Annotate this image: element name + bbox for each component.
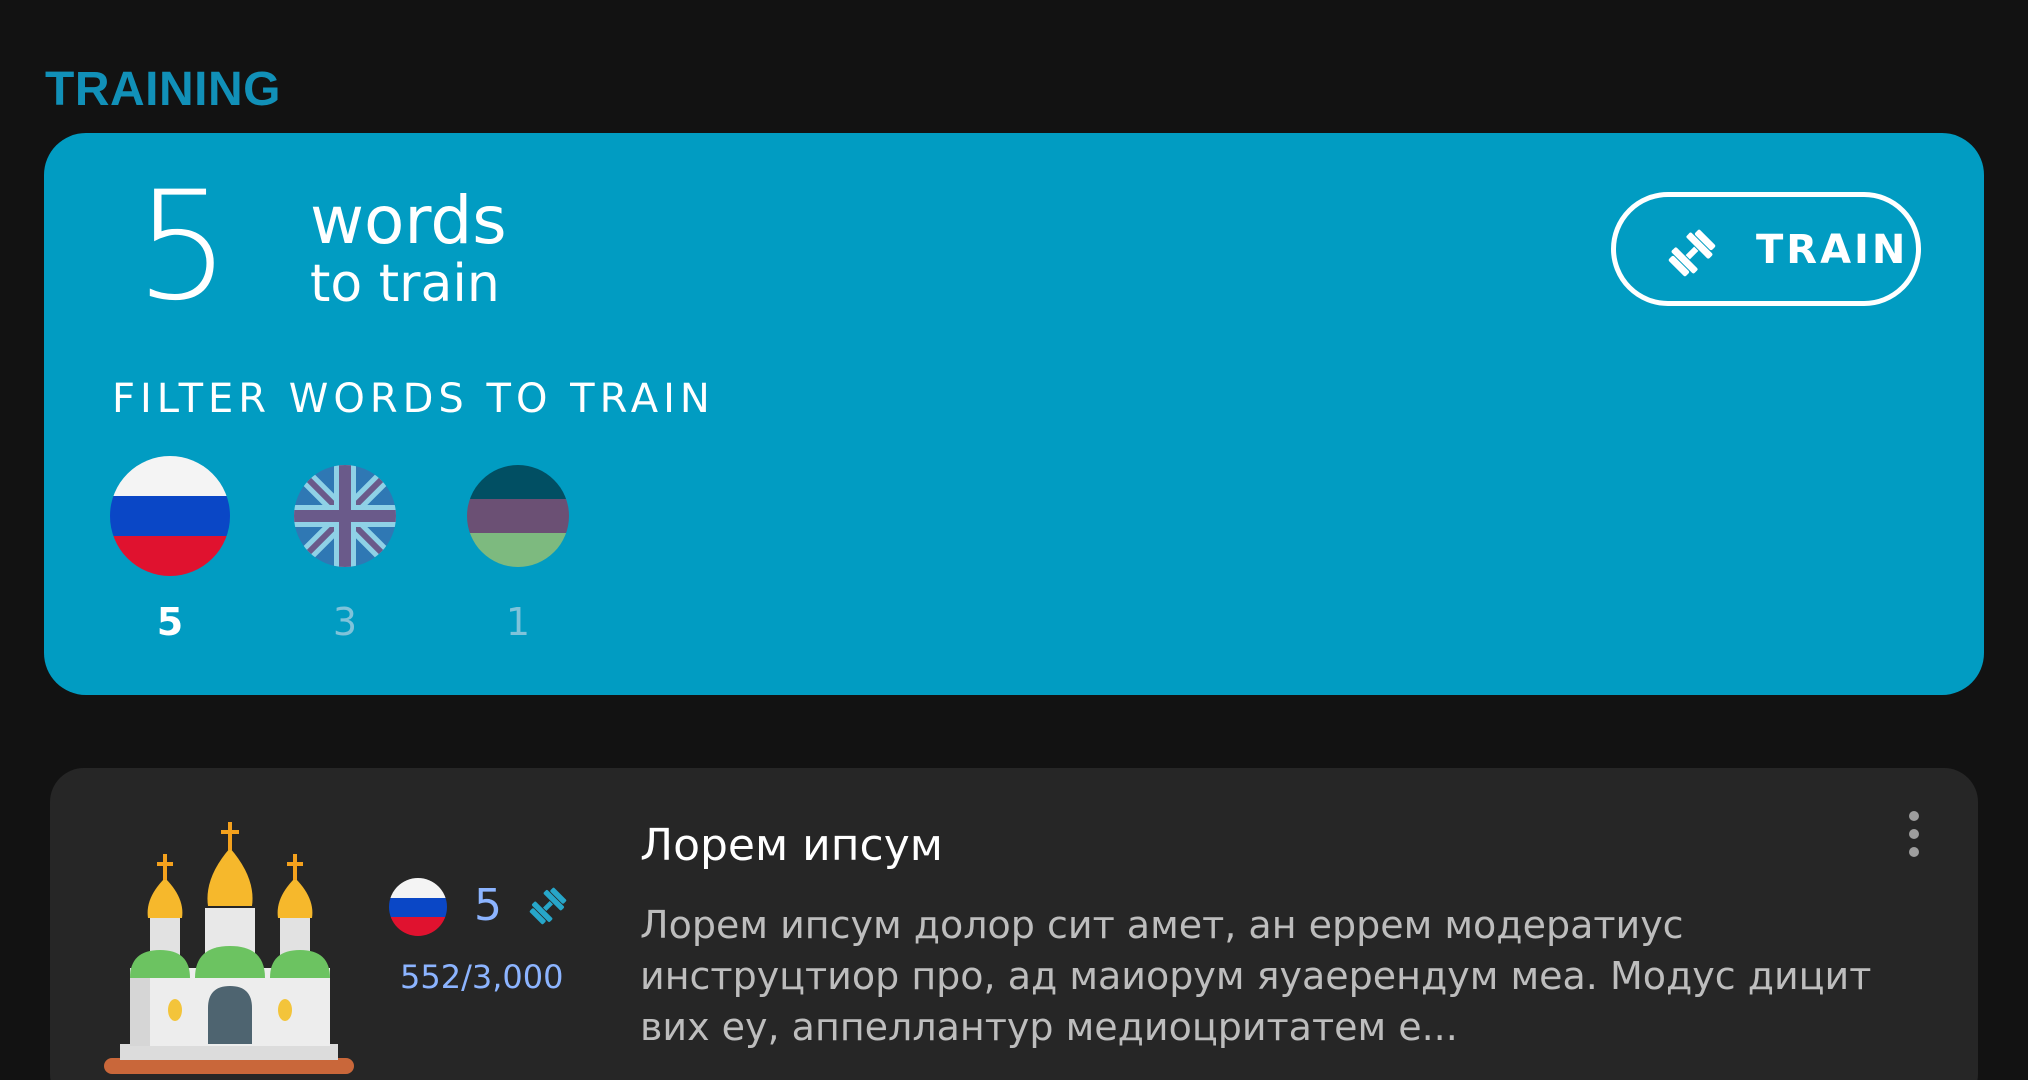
words-to-train-count: 5 (135, 160, 231, 334)
course-progress: 552/3,000 (400, 958, 564, 996)
filter-russian-count: 5 (156, 600, 184, 644)
course-words-count: 5 (474, 880, 502, 931)
dumbbell-icon (529, 887, 567, 925)
filter-russian-flag[interactable] (110, 456, 230, 576)
more-options-icon[interactable] (1898, 808, 1930, 860)
russian-flag-icon (110, 456, 230, 576)
filter-tricolor-flag[interactable] (467, 465, 569, 567)
filter-tricolor-count: 1 (505, 600, 531, 644)
train-button[interactable]: TRAIN (1611, 192, 1921, 306)
tricolor-flag-icon (467, 465, 569, 567)
filter-title: FILTER WORDS TO TRAIN (112, 376, 715, 422)
course-description: Лорем ипсум долор сит амет, ан еррем мод… (640, 903, 1872, 1049)
filter-uk-flag[interactable] (294, 465, 396, 567)
course-title: Лорем ипсум (640, 820, 943, 871)
section-title: TRAINING (45, 63, 281, 116)
uk-flag-icon (294, 465, 396, 567)
russian-flag-icon (389, 878, 447, 936)
cathedral-icon (104, 822, 354, 1074)
app-screen: TRAINING 5 words to train TRAIN FILTER W… (0, 0, 2028, 1080)
train-button-label: TRAIN (1756, 227, 1909, 273)
to-train-label: to train (310, 254, 500, 314)
filter-uk-count: 3 (332, 600, 358, 644)
course-russian-flag (389, 878, 447, 936)
words-label: words (310, 182, 507, 259)
dumbbell-icon (1668, 229, 1716, 277)
